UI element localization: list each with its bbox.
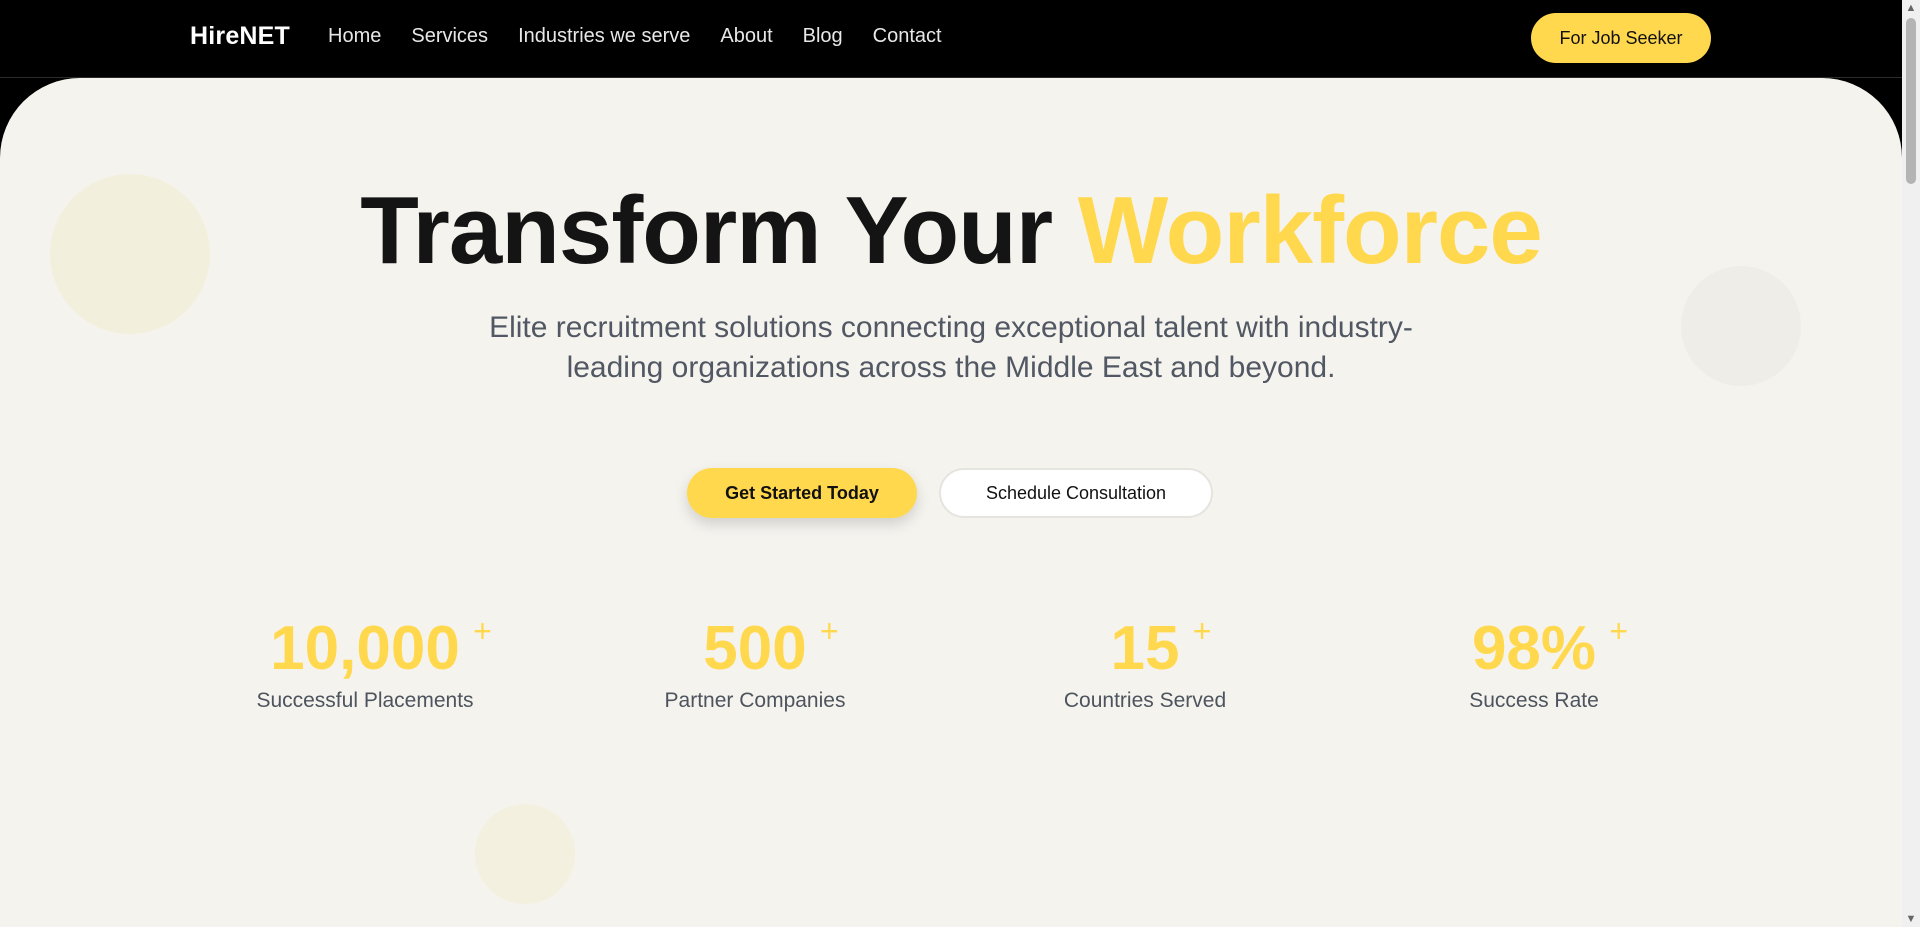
top-navbar: HireNET Home Services Industries we serv… <box>0 0 1902 78</box>
vertical-scrollbar[interactable]: ▲ ▼ <box>1902 0 1920 927</box>
brand-logo[interactable]: HireNET <box>190 22 290 51</box>
nav-about[interactable]: About <box>720 25 772 48</box>
stat-plus: + <box>820 613 839 649</box>
nav-services[interactable]: Services <box>411 25 488 48</box>
hero-subtitle: Elite recruitment solutions connecting e… <box>489 311 1413 384</box>
stat-success-rate: 98% + Success Rate <box>1354 613 1714 713</box>
hero-section: Transform Your Workforce Elite recruitme… <box>0 78 1902 927</box>
stat-label: Success Rate <box>1469 689 1599 712</box>
stat-label: Countries Served <box>1063 689 1227 712</box>
stat-value-wrapper: 10,000 + <box>270 613 492 685</box>
schedule-consultation-button[interactable]: Schedule Consultation <box>939 468 1213 518</box>
decorative-circle <box>475 804 575 904</box>
stat-label: Partner Companies <box>664 689 846 712</box>
stat-number: 15 <box>1110 614 1180 683</box>
stat-plus: + <box>1609 613 1629 649</box>
stat-plus: + <box>473 613 492 649</box>
job-seeker-button[interactable]: For Job Seeker <box>1531 13 1711 63</box>
page: HireNET Home Services Industries we serv… <box>0 0 1920 927</box>
stat-number: 98% <box>1471 614 1597 683</box>
stat-placements: 10,000 + Successful Placements <box>185 613 545 713</box>
nav-blog[interactable]: Blog <box>803 25 843 48</box>
main-nav: Home Services Industries we serve About … <box>328 25 972 48</box>
hero-title-accent: Workforce <box>1077 177 1543 284</box>
stat-value-wrapper: 500 + <box>703 613 838 685</box>
scroll-up-arrow-icon[interactable]: ▲ <box>1902 0 1920 16</box>
hero-title: Transform Your Workforce <box>0 176 1902 286</box>
hero-title-main: Transform Your <box>360 177 1078 284</box>
stat-partners: 500 + Partner Companies <box>575 613 935 713</box>
stat-plus: + <box>1192 613 1212 649</box>
nav-contact[interactable]: Contact <box>873 25 942 48</box>
stat-number: 10,000 <box>270 614 460 683</box>
nav-industries[interactable]: Industries we serve <box>518 25 690 48</box>
get-started-button[interactable]: Get Started Today <box>687 468 917 518</box>
nav-home[interactable]: Home <box>328 25 381 48</box>
stat-number: 500 <box>703 614 807 683</box>
stat-value-wrapper: 98% + <box>1471 613 1628 685</box>
scrollbar-thumb[interactable] <box>1906 18 1916 184</box>
stat-value-wrapper: 15 + <box>1110 613 1212 685</box>
stat-countries: 15 + Countries Served <box>965 613 1325 713</box>
scroll-down-arrow-icon[interactable]: ▼ <box>1902 911 1920 927</box>
stat-label: Successful Placements <box>256 689 474 712</box>
